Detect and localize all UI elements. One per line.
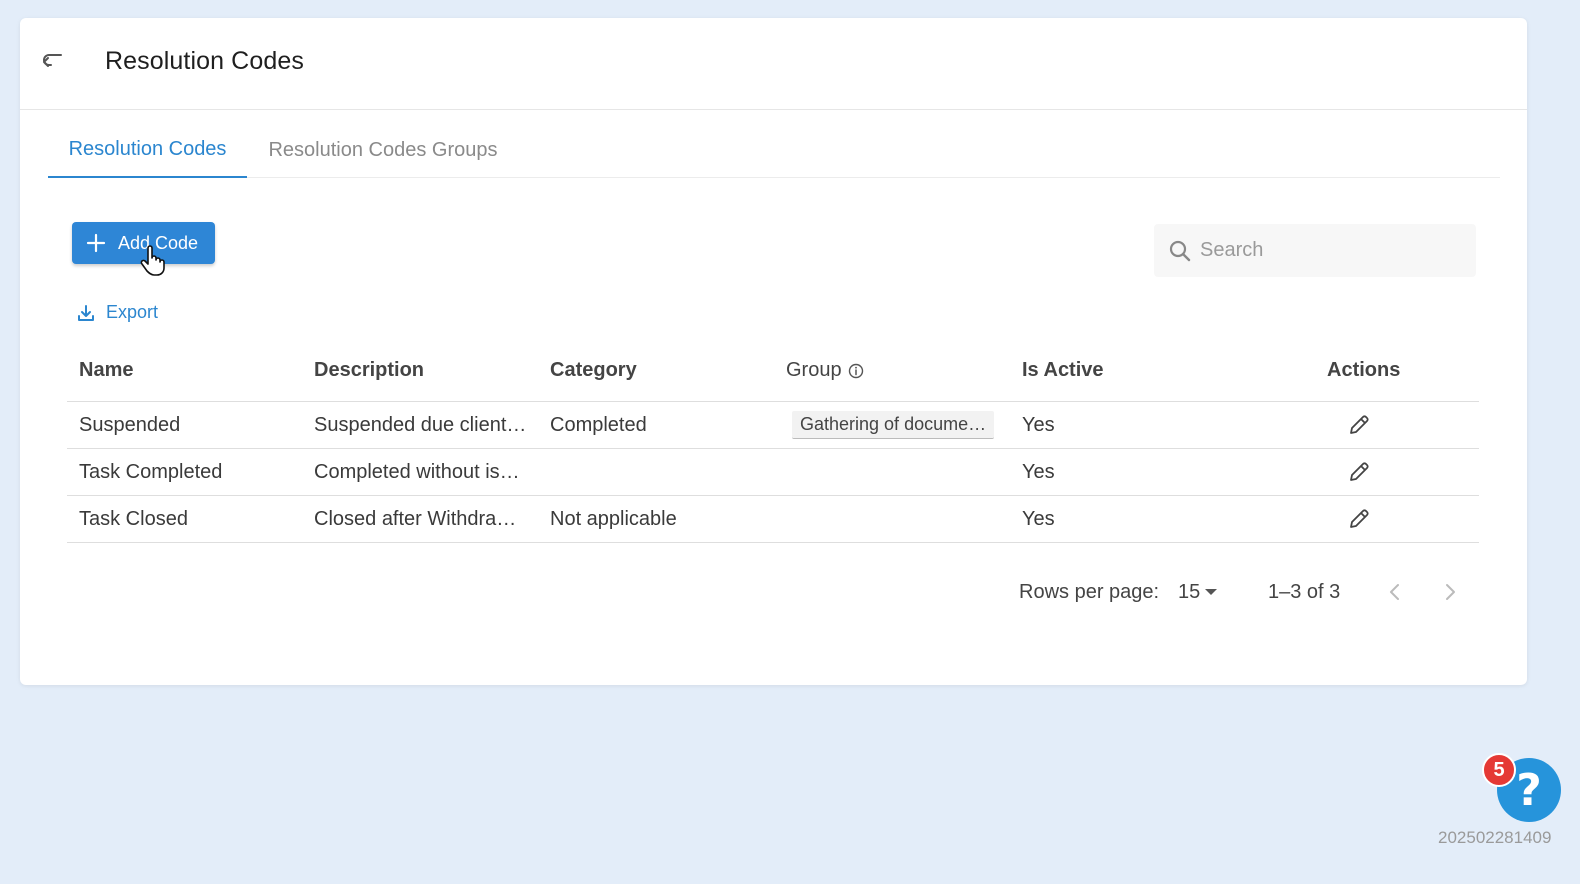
- cell-name: Task Closed: [79, 507, 188, 530]
- edit-button[interactable]: [1347, 449, 1371, 495]
- column-header-group-label: Group: [786, 359, 842, 381]
- cell-description: Completed without is…: [314, 460, 520, 483]
- cell-name: Task Completed: [79, 460, 223, 483]
- cell-is-active: Yes: [1022, 460, 1055, 483]
- caret-down-icon: [1205, 589, 1218, 595]
- search-input[interactable]: [1200, 239, 1460, 262]
- cell-name: Suspended: [79, 413, 181, 436]
- table-row[interactable]: Task Completed Completed without is… Yes: [67, 449, 1479, 496]
- column-header-category[interactable]: Category: [550, 340, 637, 401]
- cell-category: Completed: [550, 413, 647, 436]
- info-icon[interactable]: [848, 363, 864, 379]
- edit-button[interactable]: [1347, 402, 1371, 448]
- pencil-icon: [1350, 415, 1369, 434]
- table-row[interactable]: Task Closed Closed after Withdra… Not ap…: [67, 496, 1479, 543]
- cell-is-active: Yes: [1022, 413, 1055, 436]
- export-label: Export: [106, 302, 159, 322]
- hand-cursor-icon: [140, 245, 165, 276]
- chevron-left-icon: [1390, 584, 1399, 600]
- search-box[interactable]: [1154, 224, 1476, 277]
- edit-button[interactable]: [1347, 496, 1371, 542]
- codes-table: Name Description Category Group Is Activ…: [67, 340, 1479, 543]
- back-button[interactable]: [38, 46, 68, 76]
- pencil-icon: [1350, 462, 1369, 481]
- cell-description: Closed after Withdra…: [314, 507, 517, 530]
- tab-bar: Resolution Codes Resolution Codes Groups: [48, 122, 1500, 178]
- chevron-right-icon: [1446, 584, 1455, 600]
- table-header-row: Name Description Category Group Is Activ…: [67, 340, 1479, 402]
- rows-per-page-select[interactable]: 15: [1178, 574, 1218, 610]
- page-title: Resolution Codes: [105, 47, 304, 75]
- column-header-is-active[interactable]: Is Active: [1022, 340, 1104, 401]
- right-edge: [1580, 0, 1596, 884]
- build-number: 202502281409: [1438, 828, 1552, 847]
- cell-category: Not applicable: [550, 507, 677, 530]
- prev-page-button[interactable]: [1380, 574, 1410, 610]
- pagination-range: 1–3 of 3: [1268, 580, 1341, 603]
- cell-description: Suspended due client…: [314, 413, 527, 436]
- table-row[interactable]: Suspended Suspended due client… Complete…: [67, 402, 1479, 449]
- search-icon: [1169, 240, 1191, 261]
- cell-group: Gathering of docume…: [786, 402, 995, 448]
- plus-icon: [86, 233, 106, 253]
- cell-is-active: Yes: [1022, 507, 1055, 530]
- back-arrow-icon: [43, 54, 62, 67]
- rows-per-page-value: 15: [1178, 580, 1201, 603]
- next-page-button[interactable]: [1435, 574, 1465, 610]
- main-card: Resolution Codes Resolution Codes Resolu…: [20, 18, 1527, 685]
- notification-badge: 5: [1482, 753, 1516, 787]
- tab-resolution-codes-groups[interactable]: Resolution Codes Groups: [247, 122, 519, 178]
- help-question-icon: ?: [1516, 764, 1542, 816]
- rows-per-page-label: Rows per page:: [1019, 580, 1160, 603]
- tab-resolution-codes[interactable]: Resolution Codes: [48, 122, 247, 178]
- column-header-actions: Actions: [1327, 359, 1401, 381]
- column-header-group[interactable]: Group: [786, 340, 864, 401]
- export-button[interactable]: Export: [76, 302, 158, 323]
- column-header-description[interactable]: Description: [314, 340, 424, 401]
- pencil-icon: [1350, 509, 1369, 528]
- download-icon: [78, 304, 94, 321]
- group-chip: Gathering of docume…: [792, 411, 995, 439]
- page-header: Resolution Codes: [20, 18, 1527, 110]
- column-header-name[interactable]: Name: [79, 340, 133, 401]
